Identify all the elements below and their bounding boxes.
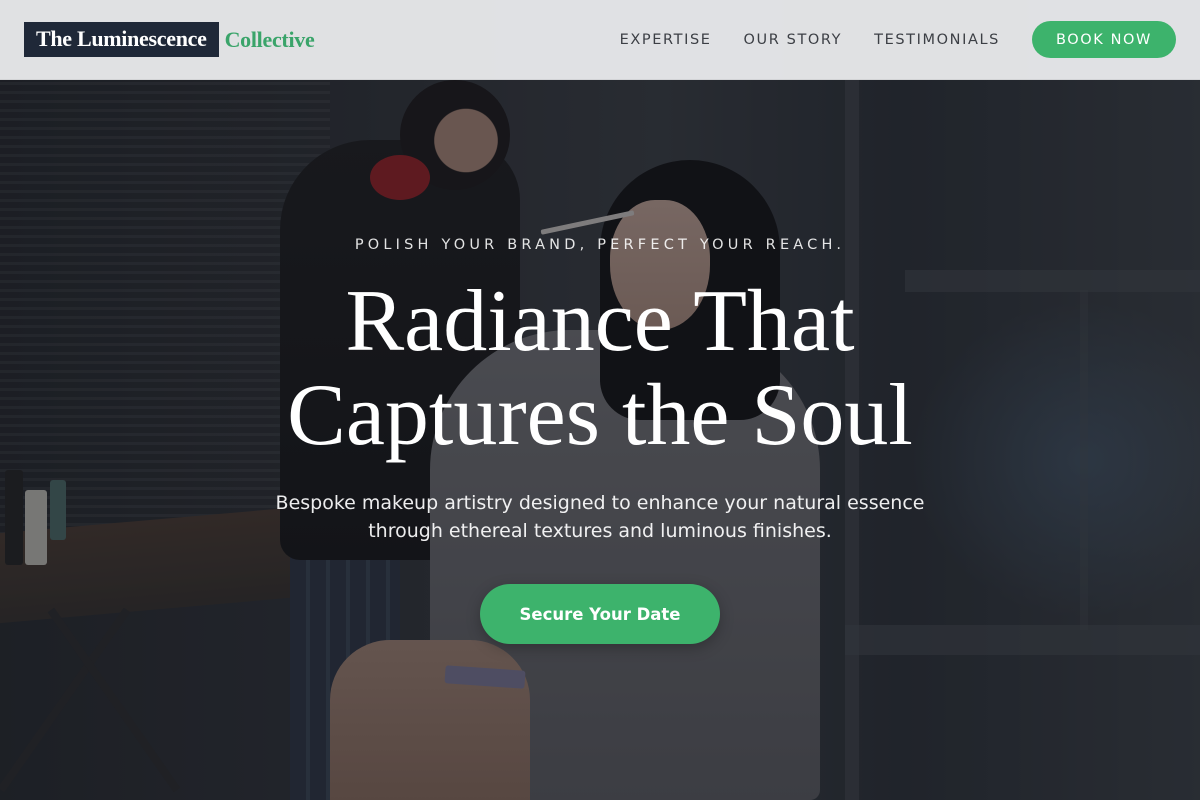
hero-subhead-line2: through ethereal textures and luminous f… [368,520,832,542]
hero-eyebrow: POLISH YOUR BRAND, PERFECT YOUR REACH. [354,237,846,253]
hero-headline-line1: Radiance That [345,273,855,370]
hero-section: POLISH YOUR BRAND, PERFECT YOUR REACH. R… [0,0,1200,800]
hero-headline: Radiance That Captures the Soul [0,275,1200,463]
secure-your-date-button[interactable]: Secure Your Date [480,584,720,644]
hero-subhead-line1: Bespoke makeup artistry designed to enha… [275,492,925,514]
hero-headline-line2: Captures the Soul [287,367,913,464]
hero-subhead: Bespoke makeup artistry designed to enha… [0,489,1200,545]
